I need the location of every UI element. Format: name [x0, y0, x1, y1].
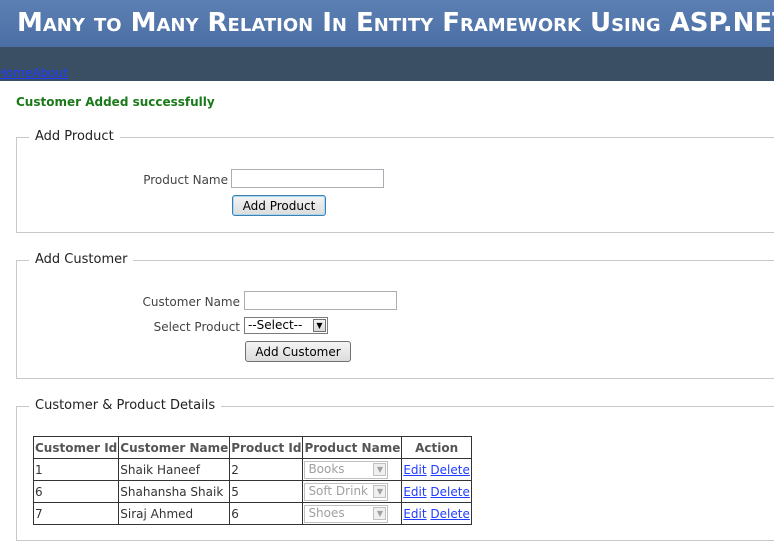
cell-product-name: Shoes ▼ — [302, 502, 403, 525]
add-product-fieldset: Add Product Product Name Add Product — [16, 129, 774, 233]
table-header-row: Customer Id Customer Name Product Id Pro… — [32, 436, 472, 459]
cell-customer-id: 6 — [32, 480, 120, 503]
delete-link[interactable]: Delete — [430, 485, 469, 499]
table-row: 1 Shaik Haneef 2 Books ▼ Edit Delete — [32, 458, 472, 481]
cell-customer-id: 1 — [32, 458, 120, 481]
cell-customer-name: Shaik Haneef — [118, 458, 231, 481]
edit-link[interactable]: Edit — [403, 463, 426, 477]
cell-customer-name: Shahansha Shaik — [118, 480, 231, 503]
nav-link-about[interactable]: About — [32, 66, 67, 80]
customer-name-input[interactable] — [244, 291, 397, 310]
cell-product-id: 5 — [229, 480, 304, 503]
chevron-down-icon: ▼ — [373, 506, 387, 520]
add-customer-button[interactable]: Add Customer — [245, 341, 351, 362]
page-title: Many to Many Relation In Entity Framewor… — [17, 8, 774, 38]
table-row: 6 Shahansha Shaik 5 Soft Drink ▼ Edit De… — [32, 480, 472, 503]
edit-link[interactable]: Edit — [403, 507, 426, 521]
product-name-select: Books ▼ — [304, 460, 389, 479]
add-customer-legend: Add Customer — [29, 252, 134, 267]
column-header: Product Name — [302, 436, 403, 459]
add-product-legend: Add Product — [29, 129, 120, 144]
success-message: Customer Added successfully — [16, 95, 215, 109]
nav-bar: HomeAbout — [0, 47, 774, 81]
cell-action: Edit Delete — [401, 502, 472, 525]
customer-product-table: Customer Id Customer Name Product Id Pro… — [32, 436, 472, 525]
table-row: 7 Siraj Ahmed 6 Shoes ▼ Edit Delete — [32, 502, 472, 525]
product-name-select: Shoes ▼ — [304, 504, 389, 523]
column-header: Action — [401, 436, 472, 459]
edit-link[interactable]: Edit — [403, 485, 426, 499]
details-legend: Customer & Product Details — [29, 398, 222, 413]
nav-link-home[interactable]: Home — [0, 66, 32, 80]
product-name-value: Soft Drink — [308, 483, 368, 498]
nav-links: HomeAbout — [0, 66, 68, 80]
product-name-select-wrap: Books ▼ — [304, 460, 389, 479]
cell-customer-name: Siraj Ahmed — [118, 502, 231, 525]
column-header: Customer Name — [118, 436, 231, 459]
delete-link[interactable]: Delete — [430, 507, 469, 521]
cell-product-name: Soft Drink ▼ — [302, 480, 403, 503]
select-product-dropdown[interactable]: --Select-- ▼ — [244, 317, 328, 334]
cell-product-id: 6 — [229, 502, 304, 525]
delete-link[interactable]: Delete — [430, 463, 469, 477]
product-name-value: Books — [308, 461, 345, 476]
add-customer-fieldset: Add Customer Customer Name Select Produc… — [16, 252, 774, 379]
add-product-button[interactable]: Add Product — [232, 195, 326, 216]
customer-name-label: Customer Name — [142, 295, 240, 309]
chevron-down-icon: ▼ — [313, 319, 326, 332]
product-name-label: Product Name — [143, 173, 228, 187]
chevron-down-icon: ▼ — [373, 462, 387, 476]
chevron-down-icon: ▼ — [373, 484, 387, 498]
product-name-select-wrap: Soft Drink ▼ — [304, 482, 389, 501]
product-name-value: Shoes — [308, 505, 345, 520]
column-header: Customer Id — [32, 436, 120, 459]
cell-product-name: Books ▼ — [302, 458, 403, 481]
cell-action: Edit Delete — [401, 458, 472, 481]
product-name-select-wrap: Shoes ▼ — [304, 504, 389, 523]
site-header: Many to Many Relation In Entity Framewor… — [0, 0, 774, 47]
product-name-input[interactable] — [231, 169, 384, 188]
select-product-label: Select Product — [153, 320, 240, 334]
cell-product-id: 2 — [229, 458, 304, 481]
cell-customer-id: 7 — [32, 502, 120, 525]
details-fieldset: Customer & Product Details Customer Id C… — [16, 398, 774, 541]
select-product-value: --Select-- — [248, 318, 303, 332]
cell-action: Edit Delete — [401, 480, 472, 503]
product-name-select: Soft Drink ▼ — [304, 482, 389, 501]
column-header: Product Id — [229, 436, 304, 459]
